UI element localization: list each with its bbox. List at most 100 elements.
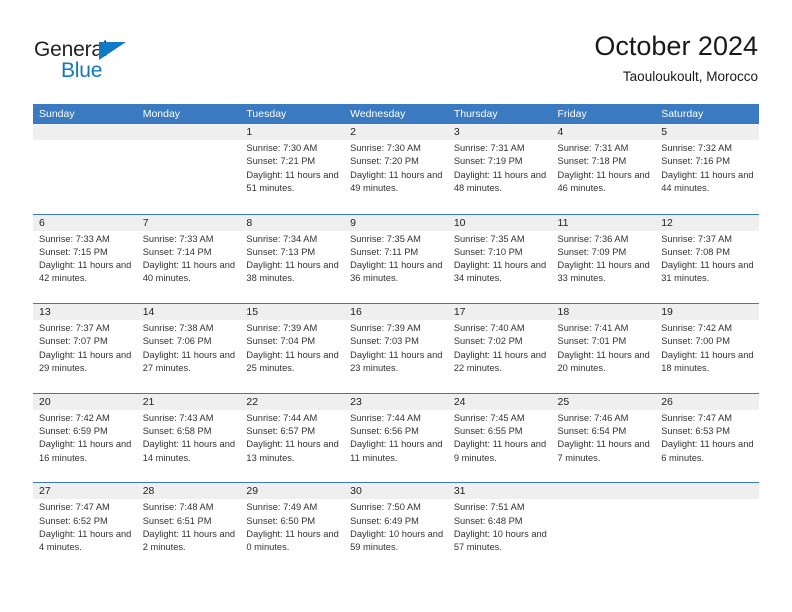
- calendar-day-cell[interactable]: 11 Sunrise: 7:36 AM Sunset: 7:09 PM Dayligh…: [551, 214, 656, 304]
- calendar-day-cell[interactable]: 19 Sunrise: 7:42 AM Sunset: 7:00 PM Dayligh…: [655, 304, 759, 393]
- day-number: 30: [350, 485, 362, 498]
- calendar-day-cell[interactable]: 15 Sunrise: 7:39 AM Sunset: 7:04 PM Dayligh…: [240, 304, 345, 393]
- daylight-text: Daylight: 11 hours and 40 minutes.: [142, 260, 236, 284]
- sunset-text: Sunset: 6:55 PM: [453, 426, 523, 437]
- calendar-day-cell[interactable]: 14 Sunrise: 7:38 AM Sunset: 7:06 PM Dayligh…: [136, 304, 241, 393]
- calendar-day-cell[interactable]: 21 Sunrise: 7:43 AM Sunset: 6:58 PM Dayligh…: [136, 393, 241, 483]
- sunset-text: Sunset: 6:49 PM: [350, 515, 419, 526]
- sunrise-text: Sunrise: 7:31 AM: [557, 143, 629, 153]
- day-number: 16: [350, 306, 362, 319]
- day-number-bar: [344, 124, 448, 140]
- calendar-day-cell[interactable]: 1 Sunrise: 7:30 AM Sunset: 7:21 PM Daylight…: [240, 124, 345, 213]
- calendar-day-cell[interactable]: 31 Sunrise: 7:51 AM Sunset: 6:48 PM Dayligh…: [447, 483, 552, 572]
- day-details: Sunrise: 7:32 AM Sunset: 7:16 PM Daylight:…: [661, 142, 759, 195]
- day-number: 12: [661, 216, 673, 229]
- sunset-text: Sunset: 7:04 PM: [246, 336, 316, 347]
- sunset-text: Sunset: 7:02 PM: [453, 336, 523, 347]
- calendar-day-cell[interactable]: 9 Sunrise: 7:35 AM Sunset: 7:11 PM Daylight…: [344, 214, 448, 304]
- calendar-day-cell[interactable]: 20 Sunrise: 7:42 AM Sunset: 6:59 PM Dayligh…: [33, 393, 137, 483]
- calendar-day-cell[interactable]: 17 Sunrise: 7:40 AM Sunset: 7:02 PM Dayligh…: [447, 304, 552, 393]
- sunset-text: Sunset: 6:54 PM: [557, 426, 627, 437]
- day-details: Sunrise: 7:35 AM Sunset: 7:10 PM Daylight:…: [454, 233, 552, 286]
- day-details: Sunrise: 7:44 AM Sunset: 6:57 PM Daylight:…: [246, 412, 344, 465]
- day-details: Sunrise: 7:38 AM Sunset: 7:06 PM Daylight:…: [143, 322, 241, 375]
- calendar-day-cell[interactable]: 3 Sunrise: 7:31 AM Sunset: 7:19 PM Daylight…: [447, 124, 552, 213]
- daylight-text: Daylight: 11 hours and 51 minutes.: [246, 169, 339, 193]
- daylight-text: Daylight: 11 hours and 11 minutes.: [350, 439, 443, 463]
- day-number: 4: [557, 126, 564, 138]
- sunset-text: Sunset: 6:57 PM: [246, 426, 316, 437]
- calendar-day-cell[interactable]: 12 Sunrise: 7:37 AM Sunset: 7:08 PM Dayligh…: [655, 214, 759, 304]
- calendar-week-row: 27 Sunrise: 7:47 AM Sunset: 6:52 PM Dayligh…: [33, 482, 759, 572]
- day-details: Sunrise: 7:49 AM Sunset: 6:50 PM Daylight:…: [246, 501, 344, 554]
- day-number: 5: [661, 126, 668, 138]
- weekday-header-thursday: Thursday: [453, 108, 498, 120]
- calendar-weeks: 1 Sunrise: 7:30 AM Sunset: 7:21 PM Daylight…: [33, 124, 759, 572]
- sunset-text: Sunset: 7:10 PM: [453, 246, 523, 257]
- day-details: Sunrise: 7:34 AM Sunset: 7:13 PM Daylight:…: [246, 233, 344, 286]
- weekday-header-friday: Friday: [557, 108, 587, 120]
- daylight-text: Daylight: 11 hours and 44 minutes.: [661, 169, 754, 193]
- day-details: Sunrise: 7:35 AM Sunset: 7:11 PM Daylight:…: [350, 233, 448, 286]
- day-number: 31: [453, 485, 466, 498]
- calendar-day-cell[interactable]: 25 Sunrise: 7:46 AM Sunset: 6:54 PM Dayligh…: [551, 393, 656, 483]
- sunset-text: Sunset: 7:06 PM: [142, 336, 212, 347]
- sunrise-text: Sunrise: 7:35 AM: [350, 233, 421, 244]
- weekday-header-monday: Monday: [142, 108, 181, 120]
- calendar-day-cell[interactable]: 28 Sunrise: 7:48 AM Sunset: 6:51 PM Dayligh…: [136, 483, 241, 572]
- calendar-day-cell[interactable]: 7 Sunrise: 7:33 AM Sunset: 7:14 PM Daylight…: [136, 214, 241, 304]
- general-blue-logo[interactable]: General Blue: [34, 38, 154, 84]
- day-number: 14: [142, 306, 155, 319]
- day-details: Sunrise: 7:40 AM Sunset: 7:02 PM Daylight:…: [454, 322, 552, 375]
- page-subtitle: Taouloukoult, Morocco: [622, 69, 758, 84]
- day-number: 7: [142, 216, 149, 229]
- calendar-day-cell[interactable]: 16 Sunrise: 7:39 AM Sunset: 7:03 PM Dayligh…: [344, 304, 448, 393]
- calendar-day-cell[interactable]: 5 Sunrise: 7:32 AM Sunset: 7:16 PM Daylight…: [655, 124, 759, 213]
- day-details: Sunrise: 7:42 AM Sunset: 6:59 PM Daylight:…: [39, 412, 137, 465]
- daylight-text: Daylight: 11 hours and 2 minutes.: [142, 528, 236, 553]
- logo-text-blue: Blue: [61, 59, 103, 82]
- day-details: Sunrise: 7:42 AM Sunset: 7:00 PM Daylight:…: [661, 322, 759, 375]
- daylight-text: Daylight: 11 hours and 42 minutes.: [39, 260, 132, 284]
- day-details: Sunrise: 7:45 AM Sunset: 6:55 PM Daylight:…: [454, 412, 552, 465]
- calendar-day-cell[interactable]: 30 Sunrise: 7:50 AM Sunset: 6:49 PM Dayligh…: [344, 483, 448, 572]
- sunrise-text: Sunrise: 7:34 AM: [246, 233, 318, 244]
- sunset-text: Sunset: 7:21 PM: [246, 156, 316, 167]
- calendar-day-cell[interactable]: 22 Sunrise: 7:44 AM Sunset: 6:57 PM Dayligh…: [240, 393, 345, 483]
- day-details: Sunrise: 7:30 AM Sunset: 7:20 PM Daylight:…: [350, 142, 448, 195]
- daylight-text: Daylight: 11 hours and 22 minutes.: [453, 349, 547, 374]
- daylight-text: Daylight: 11 hours and 20 minutes.: [557, 349, 650, 374]
- calendar-day-cell[interactable]: 18 Sunrise: 7:41 AM Sunset: 7:01 PM Dayligh…: [551, 304, 656, 393]
- sunrise-text: Sunrise: 7:39 AM: [246, 323, 318, 334]
- sunrise-text: Sunrise: 7:47 AM: [661, 412, 733, 423]
- sunset-text: Sunset: 7:20 PM: [350, 156, 419, 167]
- calendar-day-cell[interactable]: 8 Sunrise: 7:34 AM Sunset: 7:13 PM Daylight…: [240, 214, 345, 304]
- calendar-day-cell[interactable]: 6 Sunrise: 7:33 AM Sunset: 7:15 PM Daylight…: [33, 214, 137, 304]
- calendar-day-cell[interactable]: 10 Sunrise: 7:35 AM Sunset: 7:10 PM Dayligh…: [447, 214, 552, 304]
- sunset-text: Sunset: 6:59 PM: [39, 426, 108, 437]
- day-details: Sunrise: 7:51 AM Sunset: 6:48 PM Daylight:…: [454, 501, 552, 554]
- calendar-empty-cell: [655, 483, 759, 572]
- sunset-text: Sunset: 7:13 PM: [246, 246, 316, 257]
- daylight-text: Daylight: 11 hours and 31 minutes.: [661, 260, 754, 284]
- daylight-text: Daylight: 11 hours and 29 minutes.: [39, 349, 132, 374]
- day-details: Sunrise: 7:47 AM Sunset: 6:52 PM Daylight:…: [39, 501, 137, 554]
- sunrise-text: Sunrise: 7:36 AM: [557, 233, 629, 244]
- day-number-bar: [136, 214, 241, 231]
- calendar-day-cell[interactable]: 26 Sunrise: 7:47 AM Sunset: 6:53 PM Dayligh…: [655, 393, 759, 483]
- day-number-bar: [240, 214, 345, 231]
- day-details: Sunrise: 7:30 AM Sunset: 7:21 PM Daylight:…: [246, 142, 344, 195]
- calendar-day-cell[interactable]: 13 Sunrise: 7:37 AM Sunset: 7:07 PM Dayligh…: [33, 304, 137, 393]
- sunrise-text: Sunrise: 7:44 AM: [350, 412, 421, 423]
- calendar-day-cell[interactable]: 27 Sunrise: 7:47 AM Sunset: 6:52 PM Dayligh…: [33, 483, 137, 572]
- calendar-day-cell[interactable]: 2 Sunrise: 7:30 AM Sunset: 7:20 PM Daylight…: [344, 124, 448, 213]
- day-number-bar: [136, 124, 241, 140]
- daylight-text: Daylight: 11 hours and 6 minutes.: [661, 439, 754, 463]
- day-number: 1: [246, 126, 253, 138]
- calendar-day-cell[interactable]: 24 Sunrise: 7:45 AM Sunset: 6:55 PM Dayligh…: [447, 393, 552, 483]
- sunrise-text: Sunrise: 7:30 AM: [350, 143, 421, 153]
- calendar-day-cell[interactable]: 23 Sunrise: 7:44 AM Sunset: 6:56 PM Dayligh…: [344, 393, 448, 483]
- calendar-day-cell[interactable]: 29 Sunrise: 7:49 AM Sunset: 6:50 PM Dayligh…: [240, 483, 345, 572]
- day-details: Sunrise: 7:31 AM Sunset: 7:19 PM Daylight:…: [454, 142, 552, 195]
- calendar-day-cell[interactable]: 4 Sunrise: 7:31 AM Sunset: 7:18 PM Daylight…: [551, 124, 656, 213]
